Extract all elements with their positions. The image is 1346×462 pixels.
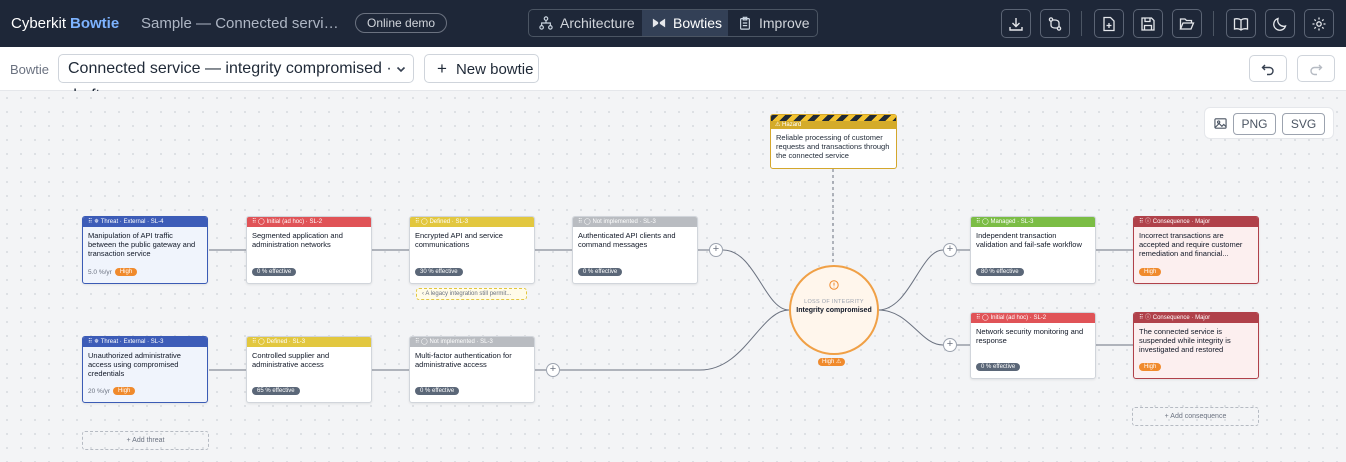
severity-badge: High [114,268,138,276]
barrier-header-label: Initial (ad hoc) · SL-2 [266,219,323,225]
barrier-header: ⠿ ◯ Managed · SL-3 [971,217,1095,227]
effectiveness-badge: 0 % effective [415,387,460,395]
top-event-kind: LOSS OF INTEGRITY [804,299,864,305]
barrier-text: Independent transaction validation and f… [976,231,1082,249]
hazard-node[interactable]: ⚠ Hazard Reliable processing of customer… [770,114,897,169]
barrier-header-label: Initial (ad hoc) · SL-2 [990,315,1047,321]
top-event-severity-badge: High ⚠ [818,358,846,366]
add-threat-label: Add threat [132,437,165,444]
severity-badge: High [1139,268,1162,276]
barrier-footer: 0 % effective [976,363,1021,371]
add-consequence-button[interactable]: + Add consequence [1132,407,1259,426]
consequence-text: The connected service is suspended while… [1139,327,1231,354]
consequence-node[interactable]: ⠿ ⓘ Consequence · Major The connected se… [1133,312,1259,379]
threat-node[interactable]: ⠿ ✵ Threat · External · SL-3 Unauthorize… [82,336,208,403]
barrier-note-text: A legacy integration still permit... [425,291,512,297]
hazard-header-label: Hazard [782,122,802,128]
add-consequence-label: Add consequence [1170,413,1227,420]
consequence-text: Incorrect transactions are accepted and … [1139,231,1243,258]
add-barrier-button[interactable]: + [546,363,560,377]
consequence-node[interactable]: ⠿ ⓘ Consequence · Major Incorrect transa… [1133,216,1259,284]
barrier-header-label: Not implemented · SL-3 [592,219,656,225]
consequence-footer: High [1139,363,1162,371]
threat-header: ⠿ ✵ Threat · External · SL-3 [83,337,207,347]
effectiveness-badge: 65 % effective [252,387,300,395]
barrier-node[interactable]: ⠿ ◯ Not implemented · SL-3 Authenticated… [572,216,698,284]
threat-text: Manipulation of API traffic between the … [88,231,196,258]
hazard-header: ⚠ Hazard [771,121,896,129]
barrier-text: Segmented application and administration… [252,231,343,249]
consequence-header-label: Consequence · Major [1152,315,1211,321]
threat-node[interactable]: ⠿ ✵ Threat · External · SL-4 Manipulatio… [82,216,208,284]
barrier-footer: 80 % effective [976,268,1024,276]
barrier-footer: 65 % effective [252,387,300,395]
add-barrier-button[interactable]: + [943,338,957,352]
threat-footer: 5.0 %/yr High [88,268,138,276]
threat-text: Unauthorized administrative access using… [88,351,181,378]
warning-icon [829,280,839,290]
export-panel: PNG SVG [1204,107,1334,139]
effectiveness-badge: 0 % effective [252,268,297,276]
barrier-text: Network security monitoring and response [976,327,1084,345]
effectiveness-badge: 30 % effective [415,268,463,276]
consequence-header: ⠿ ⓘ Consequence · Major [1134,313,1258,323]
barrier-header-label: Defined · SL-3 [429,219,469,225]
barrier-node[interactable]: ⠿ ◯ Not implemented · SL-3 Multi-factor … [409,336,535,403]
barrier-header-label: Defined · SL-3 [266,339,306,345]
add-barrier-button[interactable]: + [709,243,723,257]
effectiveness-badge: 0 % effective [578,268,623,276]
barrier-header: ⠿ ◯ Initial (ad hoc) · SL-2 [247,217,371,227]
recovery-barrier-node[interactable]: ⠿ ◯ Managed · SL-3 Independent transacti… [970,216,1096,284]
threat-frequency: 5.0 %/yr [88,268,112,276]
add-threat-button[interactable]: + Add threat [82,431,209,450]
recovery-barrier-node[interactable]: ⠿ ◯ Initial (ad hoc) · SL-2 Network secu… [970,312,1096,379]
barrier-header: ⠿ ◯ Initial (ad hoc) · SL-2 [971,313,1095,323]
export-png-button[interactable]: PNG [1233,113,1276,135]
barrier-footer: 0 % effective [252,268,297,276]
threat-footer: 20 %/yr High [88,387,136,395]
barrier-text: Encrypted API and service communications [415,231,503,249]
barrier-text: Controlled supplier and administrative a… [252,351,330,369]
threat-header-label: Threat · External · SL-4 [100,219,164,225]
barrier-node[interactable]: ⠿ ◯ Defined · SL-3 Controlled supplier a… [246,336,372,403]
threat-header: ⠿ ✵ Threat · External · SL-4 [83,217,207,227]
threat-header-label: Threat · External · SL-3 [100,339,164,345]
barrier-text: Authenticated API clients and command me… [578,231,676,249]
image-icon [1214,118,1227,129]
barrier-header: ⠿ ◯ Not implemented · SL-3 [573,217,697,227]
top-event-title: Integrity compromised [796,307,872,314]
consequence-footer: High [1139,268,1162,276]
effectiveness-badge: 0 % effective [976,363,1021,371]
threat-frequency: 20 %/yr [88,387,111,395]
barrier-header: ⠿ ◯ Not implemented · SL-3 [410,337,534,347]
barrier-header: ⠿ ◯ Defined · SL-3 [410,217,534,227]
add-barrier-button[interactable]: + [943,243,957,257]
barrier-header-label: Managed · SL-3 [990,219,1034,225]
barrier-header-label: Not implemented · SL-3 [429,339,493,345]
consequence-header-label: Consequence · Major [1152,219,1211,225]
barrier-text: Multi-factor authentication for administ… [415,351,512,369]
severity-badge: High [113,387,136,395]
barrier-footer: 0 % effective [415,387,460,395]
barrier-node[interactable]: ⠿ ◯ Initial (ad hoc) · SL-2 Segmented ap… [246,216,372,284]
barrier-note[interactable]: ‹ A legacy integration still permit... [416,288,527,300]
barrier-header: ⠿ ◯ Defined · SL-3 [247,337,371,347]
severity-badge: High [1139,363,1162,371]
effectiveness-badge: 80 % effective [976,268,1024,276]
barrier-node[interactable]: ⠿ ◯ Defined · SL-3 Encrypted API and ser… [409,216,535,284]
hazard-text: Reliable processing of customer requests… [776,133,890,160]
top-event-node[interactable]: LOSS OF INTEGRITY Integrity compromised [789,265,879,355]
consequence-header: ⠿ ⓘ Consequence · Major [1134,217,1258,227]
barrier-footer: 30 % effective [415,268,463,276]
export-svg-button[interactable]: SVG [1282,113,1325,135]
barrier-footer: 0 % effective [578,268,623,276]
